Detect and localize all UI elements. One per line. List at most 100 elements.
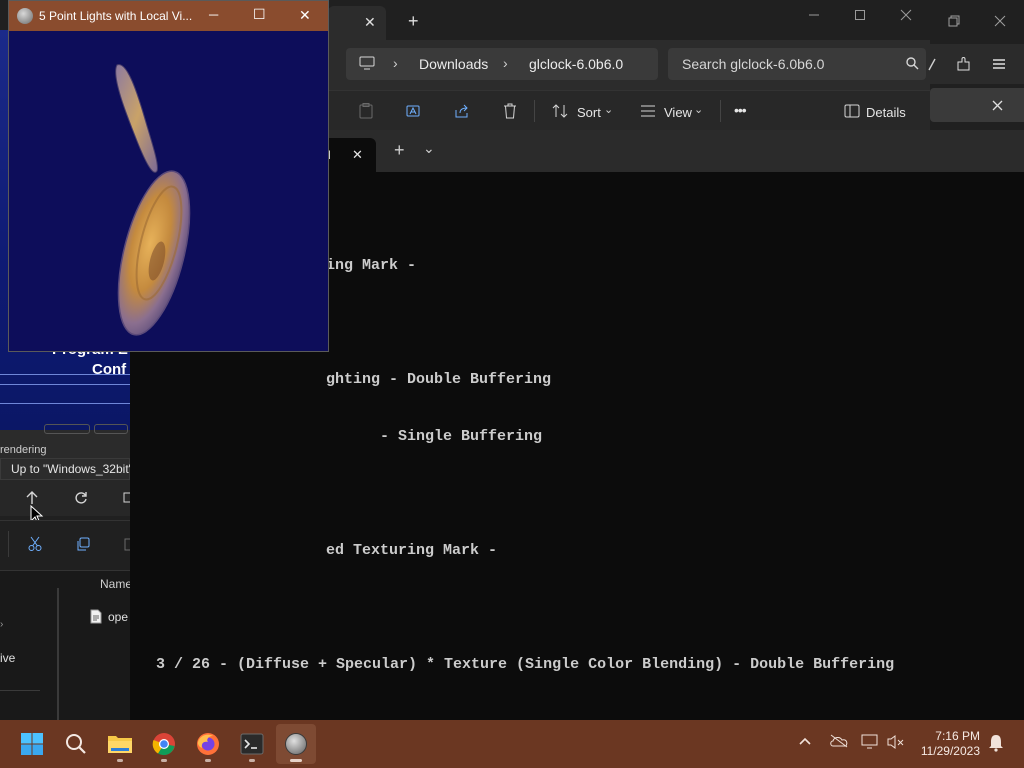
app-icon (17, 8, 33, 24)
search-icon (66, 734, 86, 754)
paste-icon[interactable] (118, 533, 130, 555)
terminal-line: ed Texturing Mark - (326, 542, 498, 559)
network-icon[interactable] (861, 734, 879, 754)
clock-hand-shape (115, 64, 158, 173)
taskbar-terminal[interactable] (232, 724, 272, 764)
close-icon[interactable] (992, 98, 1003, 116)
terminal-line: 3 / 26 - (Diffuse + Specular) * Texture … (156, 656, 895, 673)
column-header-name[interactable]: Name (100, 577, 130, 591)
glclock-icon (285, 733, 307, 755)
list-item[interactable]: ope (90, 608, 130, 628)
close-tab-icon[interactable]: ✕ (364, 14, 376, 31)
view-label: View (664, 105, 692, 120)
background-window-right (928, 0, 1024, 130)
terminal-icon (240, 733, 264, 755)
divider (0, 403, 130, 404)
config-heading: Conf (92, 361, 127, 378)
windows-logo-icon (21, 733, 43, 755)
copy-icon[interactable] (72, 533, 94, 555)
explorer-tab[interactable]: ✕ (328, 6, 386, 40)
chevron-up-icon[interactable] (798, 734, 812, 751)
nav-item[interactable]: ive (0, 651, 15, 665)
browser-toolbar (928, 44, 1024, 84)
taskbar-firefox[interactable] (188, 724, 228, 764)
paste-icon[interactable] (355, 100, 377, 122)
share-icon[interactable] (451, 100, 473, 122)
sort-label: Sort (577, 105, 601, 120)
refresh-icon[interactable] (70, 487, 92, 509)
explorer-command-bar: Sort ⌄ View ⌄ ••• Details (328, 90, 930, 130)
file-icon (90, 609, 102, 624)
breadcrumb-item[interactable]: Downloads (419, 56, 488, 72)
sort-icon (552, 104, 568, 118)
terminal-line: ghting - Double Buffering (326, 371, 552, 388)
restore-icon[interactable] (948, 14, 960, 32)
taskbar-chrome[interactable] (144, 724, 184, 764)
divider (0, 690, 40, 691)
cut-icon[interactable] (24, 533, 46, 555)
minimize-icon[interactable] (808, 8, 828, 22)
demo-titlebar[interactable]: 5 Point Lights with Local Vi... ─ ☐ ✕ (9, 1, 328, 31)
list-item-label: ope (108, 610, 129, 624)
render-canvas[interactable] (9, 31, 328, 351)
search-button[interactable] (56, 724, 96, 764)
breadcrumb-item[interactable]: glclock-6.0b6.0 (529, 56, 623, 72)
file-list: Name ope ive › (0, 570, 130, 720)
monitor-icon[interactable] (118, 487, 130, 509)
new-tab-button[interactable]: + (394, 141, 405, 159)
input-box[interactable] (94, 424, 128, 434)
clock-time: 7:16 PM (935, 729, 980, 743)
delete-icon[interactable] (499, 100, 521, 122)
address-bar-row: › Downloads › glclock-6.0b6.0 Search glc… (328, 40, 930, 90)
more-options-button[interactable]: ••• (734, 102, 747, 118)
chevron-right-icon: › (503, 55, 508, 71)
running-indicator (117, 759, 123, 762)
chevron-right-icon[interactable]: › (0, 619, 3, 630)
notification-bell-icon[interactable] (988, 734, 1004, 756)
search-icon[interactable] (906, 57, 919, 75)
minimize-button[interactable]: ─ (209, 7, 218, 22)
divider (720, 100, 721, 122)
tooltip: Up to "Windows_32bit" (0, 458, 130, 480)
system-clock[interactable]: 7:16 PM 11/29/2023 (921, 729, 980, 759)
folder-icon (108, 736, 132, 753)
input-box[interactable] (44, 424, 90, 434)
rename-icon[interactable] (403, 100, 425, 122)
rendering-label: rendering (0, 444, 47, 456)
onedrive-icon[interactable] (829, 734, 849, 752)
chevron-down-icon: ⌄ (694, 104, 704, 116)
volume-muted-icon[interactable] (887, 734, 905, 754)
menu-icon[interactable] (992, 57, 1006, 75)
taskbar-glclock[interactable] (276, 724, 316, 764)
running-indicator (161, 759, 167, 762)
close-tab-icon[interactable]: ✕ (352, 147, 363, 163)
maximize-icon[interactable] (854, 8, 874, 22)
running-indicator (249, 759, 255, 762)
chevron-down-icon[interactable]: ⌄ (423, 140, 435, 157)
chrome-icon (152, 733, 175, 756)
edit-icon[interactable] (928, 56, 936, 72)
pane-divider[interactable] (57, 588, 59, 720)
search-placeholder: Search glclock-6.0b6.0 (682, 56, 825, 72)
details-label: Details (866, 105, 906, 120)
divider (534, 100, 535, 122)
explorer-command-row (0, 520, 130, 568)
address-bar[interactable]: › Downloads › glclock-6.0b6.0 (346, 48, 658, 80)
search-input[interactable]: Search glclock-6.0b6.0 (668, 48, 926, 80)
chevron-right-icon: › (393, 55, 398, 71)
explorer-nav-row (0, 480, 130, 516)
taskbar-file-explorer[interactable] (100, 724, 140, 764)
terminal-line: - Single Buffering (326, 428, 543, 445)
view-icon (641, 105, 655, 117)
rendered-clock-scene (115, 64, 191, 336)
new-tab-button[interactable]: + (408, 12, 419, 30)
close-icon[interactable] (994, 14, 1006, 32)
extensions-icon[interactable] (956, 56, 972, 77)
computer-icon (359, 56, 375, 75)
maximize-button[interactable]: ☐ (253, 6, 266, 23)
close-icon[interactable] (900, 8, 920, 22)
close-button[interactable]: ✕ (299, 7, 311, 24)
start-button[interactable] (12, 724, 52, 764)
